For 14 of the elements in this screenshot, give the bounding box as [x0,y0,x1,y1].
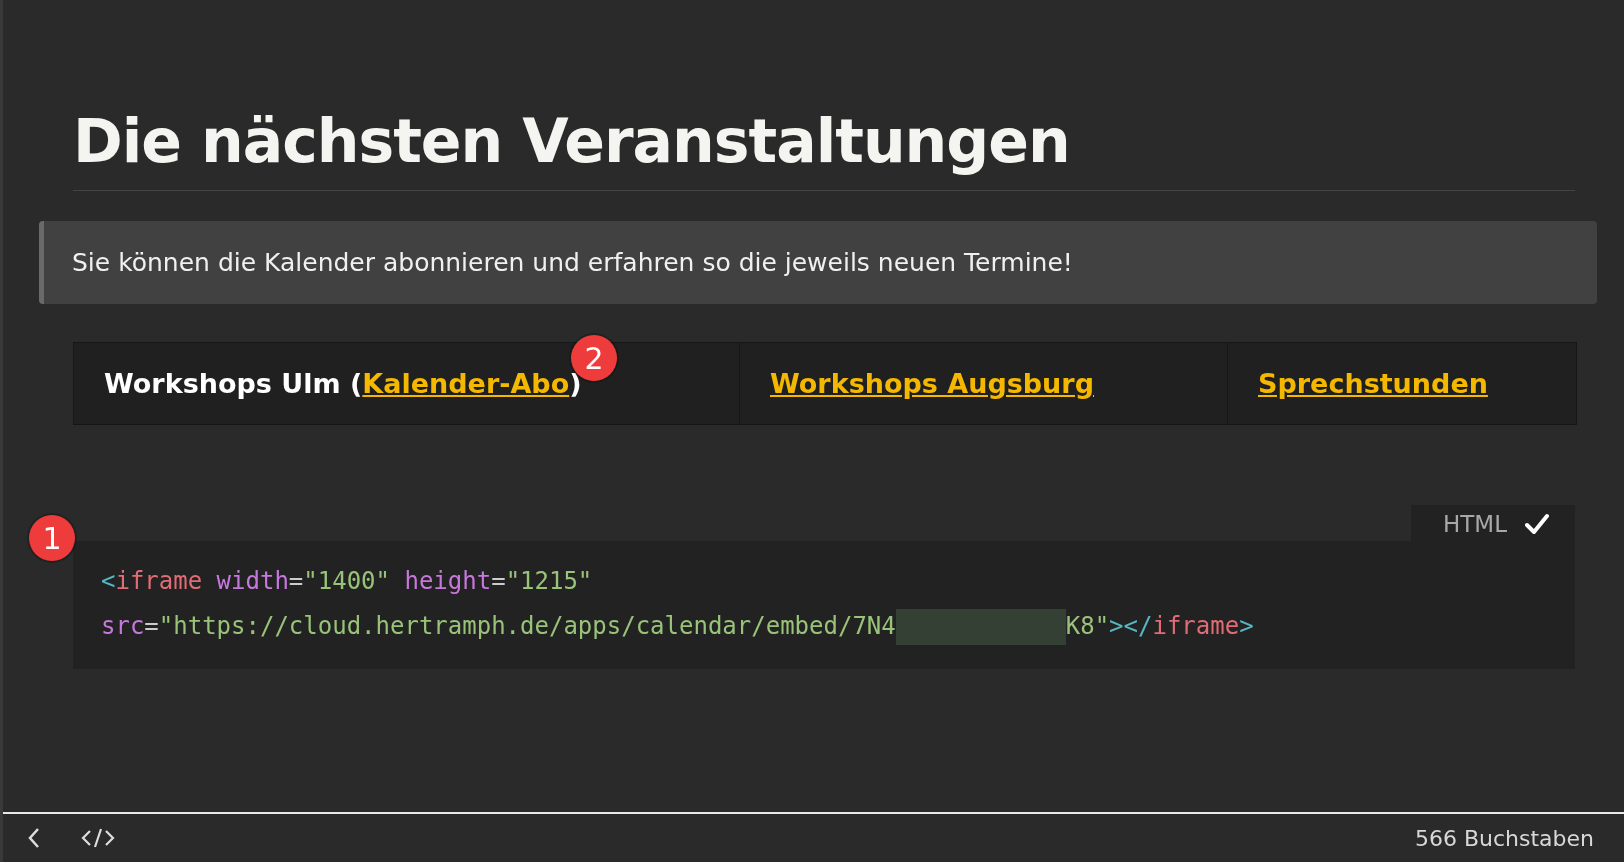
callout-note: Sie können die Kalender abonnieren und erfahren so die jeweils neuen Termine! [39,221,1597,304]
calendar-link[interactable]: Workshops Augsburg [770,368,1094,399]
code-line: src="https://cloud.hertramph.de/apps/calendar/embed/7N4 K8"></iframe> [101,604,1547,649]
character-count: 566 Buchstaben [1414,825,1594,851]
cell-label: Workshops Ulm ( [104,368,363,399]
language-label: HTML [1443,511,1507,537]
code-icon[interactable] [81,826,115,850]
page-title: Die nächsten Veranstaltungen [73,106,1575,191]
check-icon [1525,513,1549,535]
code-line: <iframe width="1400" height="1215" [101,566,594,597]
back-icon[interactable] [27,826,41,850]
calendar-link[interactable]: Sprechstunden [1258,368,1488,399]
calendar-link[interactable]: Kalender-Abo [362,368,570,399]
annotation-badge: 1 [29,515,75,561]
